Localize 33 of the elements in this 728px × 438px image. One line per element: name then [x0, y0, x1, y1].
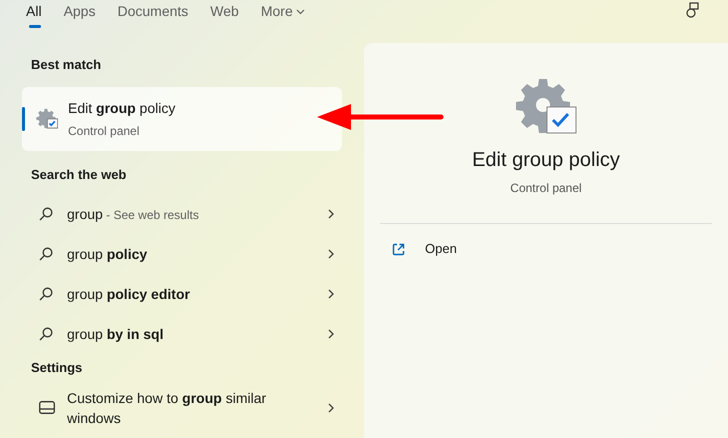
gear-checkbox-icon	[515, 77, 577, 135]
detail-subtitle: Control panel	[510, 180, 582, 197]
search-icon	[39, 247, 53, 261]
chevron-icon	[328, 249, 334, 259]
chevron-icon	[328, 209, 334, 219]
search-tab[interactable]: Web	[210, 1, 239, 29]
section-heading: Settings	[30, 359, 84, 377]
section-heading: Best match	[30, 56, 102, 74]
search-icon	[39, 327, 53, 341]
search-tab[interactable]: Apps	[64, 1, 96, 29]
search-tab[interactable]: Documents	[117, 1, 188, 29]
search-icon	[39, 207, 53, 221]
web-result-item[interactable]: group by in sql	[0, 314, 364, 354]
chevron-icon	[328, 289, 334, 299]
search-tab[interactable]: All	[26, 1, 42, 29]
result-title: Edit group policy	[68, 98, 176, 118]
web-result-item[interactable]: group policy	[0, 234, 364, 274]
search-tab[interactable]: More	[260, 1, 305, 29]
window-icon	[39, 401, 55, 414]
open-action[interactable]: Open	[364, 236, 728, 262]
gear-checkbox-icon	[36, 108, 58, 129]
chevron-icon	[328, 402, 334, 412]
best-match-item[interactable]: Edit group policy Control panel	[22, 86, 342, 150]
chevron-icon	[328, 329, 334, 339]
web-result-item[interactable]: group - See web results	[0, 194, 364, 234]
external-link-icon	[392, 242, 405, 256]
result-subtitle: Control panel	[68, 122, 140, 140]
profile-icon	[686, 2, 700, 18]
detail-title: Edit group policy	[472, 148, 620, 173]
settings-result-item[interactable]: Customize how to group similar windows	[0, 388, 364, 428]
search-icon	[39, 287, 53, 301]
section-heading: Search the web	[30, 166, 128, 184]
web-result-item[interactable]: group policy editor	[0, 274, 364, 314]
